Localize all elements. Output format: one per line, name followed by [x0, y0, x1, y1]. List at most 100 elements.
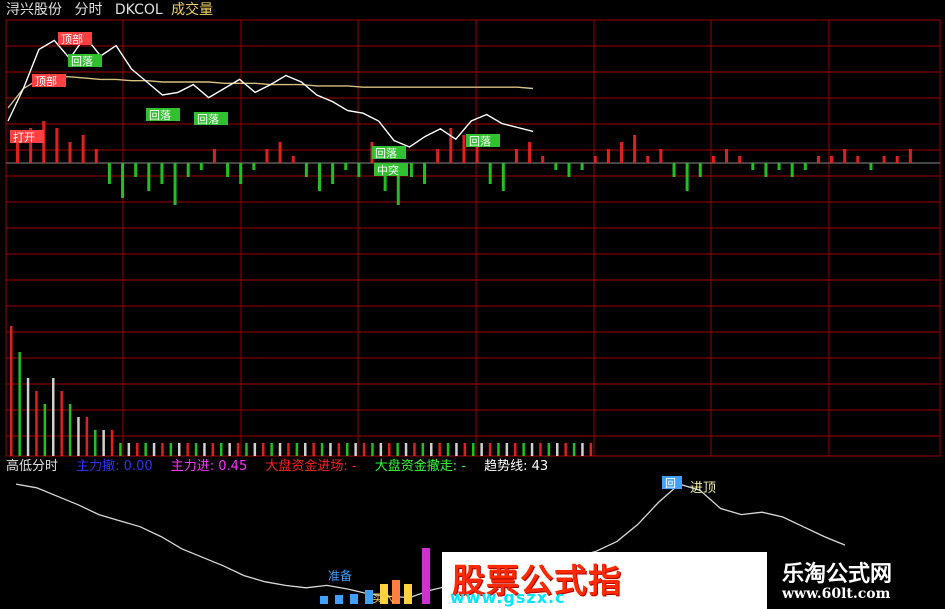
volume-bar [110, 430, 114, 456]
buy-label: 买入 [372, 592, 394, 605]
flow-bar [265, 149, 269, 163]
volume-bar [488, 443, 492, 456]
volume-bar [278, 443, 282, 456]
indicator-name: 高低分时 [6, 459, 59, 474]
flow-bar [134, 163, 138, 177]
flow-bar [436, 149, 440, 163]
volume-bar [413, 443, 416, 456]
volume-bar [455, 443, 458, 456]
volume-bar [52, 378, 55, 456]
flow-bar [514, 149, 518, 163]
volume-bar [144, 443, 147, 456]
flow-bar [659, 149, 663, 163]
flow-bar [331, 163, 335, 184]
volume-bar [262, 443, 265, 456]
volume-bar [287, 443, 290, 456]
flow-bar [869, 163, 873, 170]
flow-bar [541, 156, 545, 163]
volume-bar [68, 404, 72, 456]
pullback-signal-label: 回落 [375, 147, 397, 160]
flow-bar [212, 149, 216, 163]
volume-bar [94, 430, 97, 456]
volume-bar [505, 443, 509, 456]
volume-bar [152, 443, 156, 456]
indicator-market-in: 大盘资金进场: - [265, 459, 357, 474]
indicator-bar: 高低分时 主力撤: 0.00 主力进: 0.45 大盘资金进场: - 大盘资金撤… [6, 459, 552, 475]
pullback-signal-label: 回落 [71, 55, 93, 68]
rise-signal-label: 打开 [13, 130, 35, 144]
top-marker-label: 回 [665, 477, 676, 490]
flow-bar [751, 163, 755, 170]
flow-bar [672, 163, 676, 177]
flow-bar [816, 156, 820, 163]
flow-bar [68, 142, 72, 163]
volume-bar [337, 443, 341, 456]
flow-bar [882, 156, 886, 163]
chart-header: 浔兴股份 分时 DKCOL 成交量 [6, 1, 221, 19]
volume-bar [77, 417, 80, 456]
flow-bar [449, 128, 453, 163]
flow-bar [554, 163, 558, 170]
volume-bar [354, 443, 357, 456]
volume-bar [203, 443, 206, 456]
flow-bar [409, 163, 413, 177]
flow-bar [226, 163, 230, 177]
flow-bar [462, 135, 466, 163]
flow-bar [107, 163, 111, 184]
flow-bar [291, 156, 295, 163]
volume-bar [270, 443, 273, 456]
flow-bar [580, 163, 584, 170]
volume-bar [119, 443, 122, 456]
volume-bar [43, 404, 47, 456]
volume-bar [539, 443, 542, 456]
flow-bar [725, 149, 729, 163]
flow-bar [790, 163, 794, 177]
volume-bar [430, 443, 433, 456]
volume-bar [161, 443, 164, 456]
flow-bar [895, 156, 899, 163]
volume-bar [480, 443, 483, 456]
flow-bar [501, 163, 505, 191]
volume-bar [404, 443, 408, 456]
volume-bar [18, 352, 21, 456]
volume-bar [85, 417, 89, 456]
flow-bar [685, 163, 689, 191]
enter-top-label: 进顶 [690, 481, 716, 496]
flow-bar [173, 163, 177, 205]
volume-bar [186, 443, 189, 456]
flow-bar [698, 163, 702, 177]
flow-bar [633, 135, 637, 163]
flow-bar [908, 149, 912, 163]
indicator-trend: 趋势线: 43 [484, 459, 549, 474]
indicator-bar [422, 548, 430, 604]
flow-bar [357, 163, 361, 177]
volume-bar [556, 443, 559, 456]
indicator-market-out: 大盘资金撤走: - [374, 459, 466, 474]
flow-bar [304, 163, 308, 177]
intraday-chart[interactable]: 顶部顶部回落回落 回落回落回落打开中突准备买入回 进顶 [0, 0, 945, 609]
flow-bar [646, 156, 650, 163]
flow-bar [317, 163, 321, 191]
indicator-bar [350, 594, 358, 604]
volume-bar [564, 443, 567, 456]
indicator-main-out: 主力撤: 0.00 [76, 459, 153, 474]
volume-bar [497, 443, 500, 456]
flow-bar [94, 149, 98, 163]
flow-bar [567, 163, 571, 177]
flow-bar [121, 163, 125, 198]
volume-label: 成交量 [171, 2, 214, 18]
volume-bar [253, 443, 257, 456]
volume-bar [312, 443, 315, 456]
volume-bar [245, 443, 248, 456]
site-logo-title: 乐淘公式网 [782, 561, 893, 587]
volume-bar [438, 443, 441, 456]
flow-bar [777, 163, 781, 170]
volume-bar [371, 443, 374, 456]
volume-bar [178, 443, 181, 456]
flow-bar [830, 156, 834, 163]
volume-bar [211, 443, 215, 456]
flow-bar [278, 142, 282, 163]
flow-bar [843, 149, 847, 163]
indicator-bar [335, 595, 343, 604]
flow-bar [606, 149, 610, 163]
